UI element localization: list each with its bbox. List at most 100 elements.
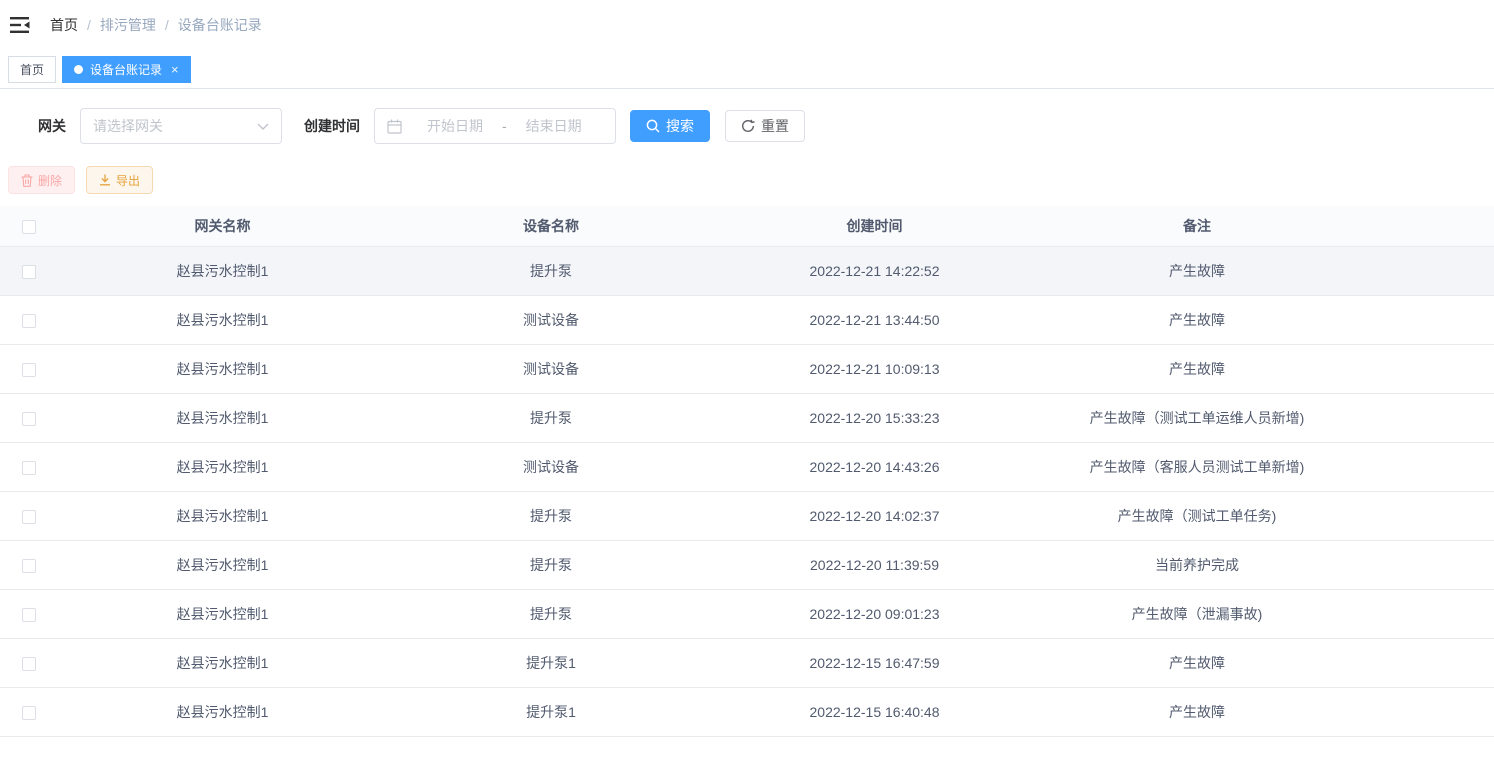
table-row: 赵县污水控制1 提升泵 2022-12-20 14:02:37 产生故障（测试工… xyxy=(0,491,1494,540)
table-row: 赵县污水控制1 提升泵 2022-12-21 14:22:52 产生故障 xyxy=(0,246,1494,295)
row-checkbox[interactable] xyxy=(22,657,36,671)
row-checkbox-cell xyxy=(0,491,56,540)
cell-remark: 产生故障（测试工单运维人员新增) xyxy=(1036,393,1358,442)
cell-created-time: 2022-12-20 09:01:23 xyxy=(713,589,1036,638)
breadcrumb: 首页 / 排污管理 / 设备台账记录 xyxy=(50,15,262,35)
cell-filler xyxy=(1358,491,1494,540)
row-checkbox-cell xyxy=(0,687,56,736)
reset-button[interactable]: 重置 xyxy=(725,110,805,142)
breadcrumb-item[interactable]: 排污管理 xyxy=(100,15,156,35)
row-checkbox-cell xyxy=(0,442,56,491)
tab-close-icon[interactable]: × xyxy=(171,63,179,76)
cell-created-time: 2022-12-20 14:02:37 xyxy=(713,491,1036,540)
cell-filler xyxy=(1358,295,1494,344)
filter-bar: 网关 请选择网关 创建时间 开始日期 - 结束日期 搜索 xyxy=(38,108,1494,144)
row-checkbox[interactable] xyxy=(22,265,36,279)
cell-created-time: 2022-12-15 16:47:59 xyxy=(713,638,1036,687)
cell-remark: 产生故障 xyxy=(1036,638,1358,687)
search-button[interactable]: 搜索 xyxy=(630,110,710,142)
cell-created-time: 2022-12-21 14:22:52 xyxy=(713,246,1036,295)
row-checkbox-cell xyxy=(0,344,56,393)
cell-remark: 当前养护完成 xyxy=(1036,540,1358,589)
breadcrumb-separator: / xyxy=(165,17,169,33)
column-header-device: 设备名称 xyxy=(389,206,713,246)
cell-filler xyxy=(1358,393,1494,442)
cell-remark: 产生故障（测试工单任务) xyxy=(1036,491,1358,540)
active-tab-dot xyxy=(74,65,83,74)
export-button[interactable]: 导出 xyxy=(86,166,153,194)
row-checkbox[interactable] xyxy=(22,706,36,720)
row-checkbox[interactable] xyxy=(22,510,36,524)
gateway-label: 网关 xyxy=(38,116,66,136)
cell-created-time: 2022-12-21 10:09:13 xyxy=(713,344,1036,393)
cell-device-name: 提升泵 xyxy=(389,491,713,540)
cell-remark: 产生故障 xyxy=(1036,344,1358,393)
cell-filler xyxy=(1358,540,1494,589)
gateway-select[interactable]: 请选择网关 xyxy=(80,108,282,144)
row-checkbox[interactable] xyxy=(22,608,36,622)
row-checkbox[interactable] xyxy=(22,412,36,426)
calendar-icon xyxy=(387,119,402,134)
date-range-input[interactable]: 开始日期 - 结束日期 xyxy=(374,108,616,144)
delete-button[interactable]: 删除 xyxy=(8,166,75,194)
tab-首页[interactable]: 首页 xyxy=(8,56,56,83)
row-checkbox[interactable] xyxy=(22,559,36,573)
refresh-icon xyxy=(741,119,755,133)
column-header-gateway: 网关名称 xyxy=(56,206,389,246)
table-row: 赵县污水控制1 提升泵1 2022-12-15 16:47:59 产生故障 xyxy=(0,638,1494,687)
cell-created-time: 2022-12-21 13:44:50 xyxy=(713,295,1036,344)
records-table: 网关名称 设备名称 创建时间 备注 赵县污水控制1 提升泵 2022-12-21… xyxy=(0,206,1494,737)
cell-created-time: 2022-12-20 14:43:26 xyxy=(713,442,1036,491)
cell-device-name: 测试设备 xyxy=(389,442,713,491)
column-header-created: 创建时间 xyxy=(713,206,1036,246)
cell-gateway-name: 赵县污水控制1 xyxy=(56,442,389,491)
action-bar: 删除 导出 xyxy=(8,166,1494,194)
cell-device-name: 提升泵 xyxy=(389,393,713,442)
chevron-down-icon xyxy=(257,123,269,130)
row-checkbox[interactable] xyxy=(22,461,36,475)
table-row: 赵县污水控制1 测试设备 2022-12-21 13:44:50 产生故障 xyxy=(0,295,1494,344)
cell-remark: 产生故障 xyxy=(1036,295,1358,344)
cell-gateway-name: 赵县污水控制1 xyxy=(56,295,389,344)
cell-gateway-name: 赵县污水控制1 xyxy=(56,491,389,540)
row-checkbox-cell xyxy=(0,393,56,442)
breadcrumb-item[interactable]: 设备台账记录 xyxy=(178,15,262,35)
cell-gateway-name: 赵县污水控制1 xyxy=(56,246,389,295)
cell-device-name: 提升泵1 xyxy=(389,638,713,687)
cell-remark: 产生故障 xyxy=(1036,246,1358,295)
cell-gateway-name: 赵县污水控制1 xyxy=(56,687,389,736)
menu-fold-icon[interactable] xyxy=(9,16,31,34)
row-checkbox[interactable] xyxy=(22,363,36,377)
cell-device-name: 提升泵1 xyxy=(389,687,713,736)
cell-gateway-name: 赵县污水控制1 xyxy=(56,540,389,589)
reset-button-label: 重置 xyxy=(761,116,789,136)
cell-remark: 产生故障 xyxy=(1036,687,1358,736)
select-all-checkbox[interactable] xyxy=(22,220,36,234)
delete-button-label: 删除 xyxy=(38,172,62,189)
cell-gateway-name: 赵县污水控制1 xyxy=(56,638,389,687)
table-row: 赵县污水控制1 提升泵 2022-12-20 09:01:23 产生故障（泄漏事… xyxy=(0,589,1494,638)
select-all-cell xyxy=(0,206,56,246)
cell-filler xyxy=(1358,246,1494,295)
column-header-filler xyxy=(1358,206,1494,246)
row-checkbox-cell xyxy=(0,295,56,344)
gateway-select-placeholder: 请选择网关 xyxy=(93,116,163,136)
cell-remark: 产生故障（客服人员测试工单新增) xyxy=(1036,442,1358,491)
export-button-label: 导出 xyxy=(116,172,140,189)
created-time-label: 创建时间 xyxy=(304,116,360,136)
cell-remark: 产生故障（泄漏事故) xyxy=(1036,589,1358,638)
row-checkbox-cell xyxy=(0,638,56,687)
table-row: 赵县污水控制1 提升泵 2022-12-20 15:33:23 产生故障（测试工… xyxy=(0,393,1494,442)
tab-label: 首页 xyxy=(20,61,44,78)
date-start-placeholder[interactable]: 开始日期 xyxy=(418,116,492,136)
breadcrumb-separator: / xyxy=(87,17,91,33)
tab-bar: 首页 设备台账记录 × xyxy=(0,50,1494,89)
tab-label: 设备台账记录 xyxy=(90,61,162,78)
search-icon xyxy=(646,119,660,133)
cell-created-time: 2022-12-20 15:33:23 xyxy=(713,393,1036,442)
breadcrumb-item[interactable]: 首页 xyxy=(50,15,78,35)
table-body: 赵县污水控制1 提升泵 2022-12-21 14:22:52 产生故障 赵县污… xyxy=(0,246,1494,736)
row-checkbox[interactable] xyxy=(22,314,36,328)
date-end-placeholder[interactable]: 结束日期 xyxy=(517,116,591,136)
tab-设备台账记录[interactable]: 设备台账记录 × xyxy=(62,56,191,83)
